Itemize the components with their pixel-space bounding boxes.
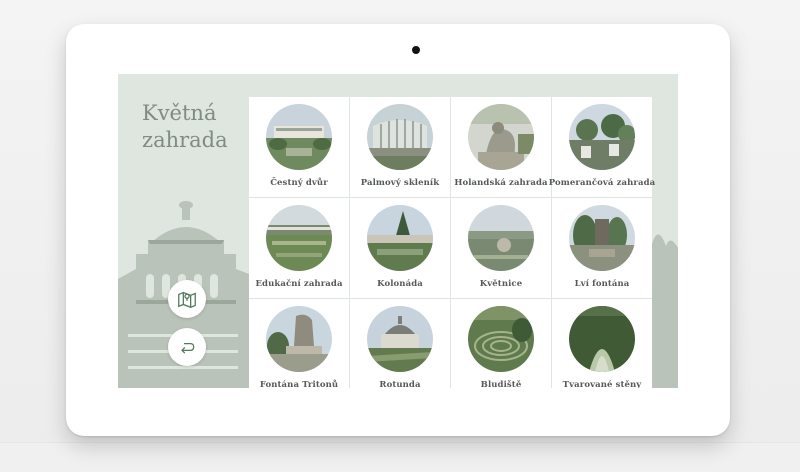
photo-kolonada-icon — [367, 205, 433, 271]
photo-palmovy-sklenik-icon — [367, 104, 433, 170]
tile-label: Tvarované stěny — [562, 380, 642, 388]
return-arrow-icon — [181, 343, 195, 354]
photo-pomerancova-zahrada-icon — [569, 104, 635, 170]
photo-kvetnice-icon — [468, 205, 534, 271]
kiosk-screen: Květná zahrada Čestný dvůr Palmový sklen… — [118, 74, 678, 388]
tile-label: Kolonáda — [377, 279, 423, 289]
tablet-frame: Květná zahrada Čestný dvůr Palmový sklen… — [66, 24, 730, 436]
tile-kvetnice[interactable]: Květnice — [451, 198, 551, 298]
photo-bludiste-icon — [468, 306, 534, 372]
photo-lvi-fontana-icon — [569, 205, 635, 271]
photo-cestny-dvur-icon — [266, 104, 332, 170]
tile-label: Palmový skleník — [360, 178, 440, 188]
tile-label: Rotunda — [379, 380, 421, 388]
tile-label: Fontána Tritonů — [259, 380, 339, 388]
tile-lvi-fontana[interactable]: Lví fontána — [552, 198, 652, 298]
photo-rotunda-icon — [367, 306, 433, 372]
map-button[interactable] — [168, 280, 206, 318]
title-line-2: zahrada — [142, 128, 228, 152]
tile-rotunda[interactable]: Rotunda — [350, 299, 450, 388]
tile-label: Bludiště — [480, 380, 522, 388]
tile-label: Edukační zahrada — [255, 279, 343, 289]
tile-label: Pomerančová zahrada — [548, 178, 656, 188]
map-pin-icon — [178, 291, 196, 308]
photo-fontana-tritonu-icon — [266, 306, 332, 372]
tile-pomerancova-zahrada[interactable]: Pomerančová zahrada — [549, 97, 655, 197]
tile-label: Lví fontána — [574, 279, 630, 289]
tile-label: Čestný dvůr — [270, 178, 328, 188]
tile-holandska-zahrada[interactable]: Holandská zahrada — [451, 97, 551, 197]
tile-palmovy-sklenik[interactable]: Palmový skleník — [350, 97, 450, 197]
camera-dot — [412, 46, 420, 54]
page-title: Květná zahrada — [142, 100, 252, 154]
tile-fontana-tritonu[interactable]: Fontána Tritonů — [249, 299, 349, 388]
tile-tvarovane-steny[interactable]: Tvarované stěny — [552, 299, 652, 388]
floor-shadow — [0, 442, 800, 472]
title-line-1: Květná — [142, 101, 217, 125]
tile-label: Holandská zahrada — [454, 178, 548, 188]
tile-label: Květnice — [479, 279, 523, 289]
tile-edukacni-zahrada[interactable]: Edukační zahrada — [249, 198, 349, 298]
tile-cestny-dvur[interactable]: Čestný dvůr — [249, 97, 349, 197]
photo-holandska-zahrada-icon — [468, 104, 534, 170]
tile-bludiste[interactable]: Bludiště — [451, 299, 551, 388]
tile-kolonada[interactable]: Kolonáda — [350, 198, 450, 298]
attractions-grid: Čestný dvůr Palmový skleník Holandská za… — [249, 97, 655, 388]
photo-edukacni-zahrada-icon — [266, 205, 332, 271]
photo-tvarovane-steny-icon — [569, 306, 635, 372]
back-button[interactable] — [168, 328, 206, 366]
